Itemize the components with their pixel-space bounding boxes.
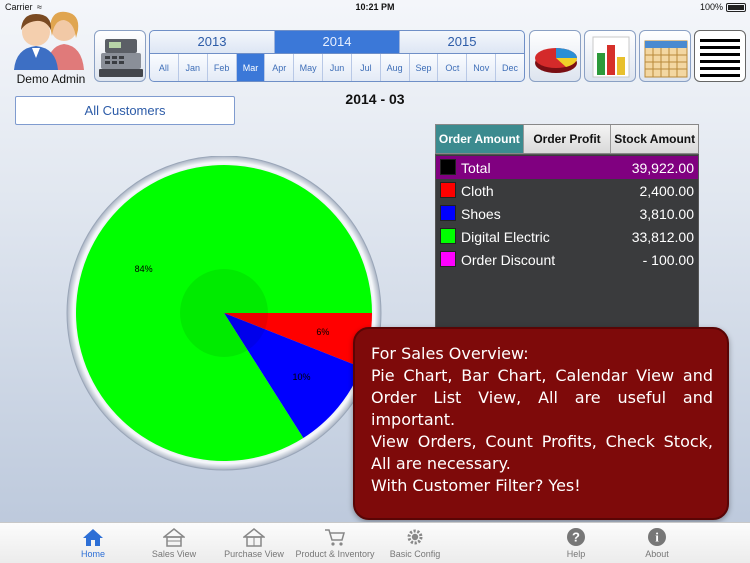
year-2015[interactable]: 2015 <box>400 31 524 53</box>
pie-slice-label: 10% <box>293 372 311 382</box>
battery-label: 100% <box>699 2 723 12</box>
tab-help[interactable]: ? Help <box>558 523 594 563</box>
color-swatch <box>440 205 456 221</box>
month-selector: All Jan Feb Mar Apr May Jun Jul Aug Sep … <box>149 54 525 82</box>
list-view-button[interactable] <box>694 30 746 82</box>
pie-chart: 6% 10% 84% <box>58 155 390 472</box>
status-time: 10:21 PM <box>355 2 395 12</box>
pie-center-shade <box>180 269 268 357</box>
month-dec[interactable]: Dec <box>496 54 524 81</box>
pie-slice-label: 84% <box>135 264 153 274</box>
period-title: 2014 - 03 <box>345 91 405 107</box>
sales-view-icon <box>163 528 185 547</box>
year-2014[interactable]: 2014 <box>275 31 400 53</box>
cash-register-icon <box>99 39 143 77</box>
help-icon: ? <box>567 528 585 546</box>
row-value: 3,810.00 <box>639 206 695 222</box>
tab-product-inventory[interactable]: Product & Inventory <box>293 523 377 563</box>
tab-home[interactable]: Home <box>68 523 118 563</box>
month-mar[interactable]: Mar <box>236 54 266 81</box>
callout-line: Pie Chart, Bar Chart, Calendar View and … <box>371 366 713 429</box>
color-swatch <box>440 182 456 198</box>
tab-basic-config[interactable]: Basic Config <box>385 523 445 563</box>
svg-text:?: ? <box>572 530 580 545</box>
tab-about[interactable]: i About <box>638 523 676 563</box>
callout-line: View Orders, Count Profits, Check Stock,… <box>371 432 713 473</box>
summary-row-shoes[interactable]: Shoes 3,810.00 <box>436 202 698 225</box>
purchase-view-icon <box>243 528 265 547</box>
row-label: Cloth <box>461 183 494 199</box>
tab-label: Home <box>80 549 105 559</box>
bar-chart-icon <box>592 36 630 78</box>
year-selector: 2013 2014 2015 <box>149 30 525 54</box>
tab-order-amount[interactable]: Order Amount <box>436 125 524 153</box>
amount-tabs: Order Amount Order Profit Stock Amount <box>435 124 699 154</box>
gear-icon <box>407 529 423 545</box>
feature-callout: For Sales Overview: Pie Chart, Bar Chart… <box>353 327 729 520</box>
month-jun[interactable]: Jun <box>323 54 352 81</box>
row-label: Order Discount <box>461 252 556 268</box>
summary-row-digital-electric[interactable]: Digital Electric 33,812.00 <box>436 225 698 248</box>
pie-slice-label: 6% <box>316 327 329 337</box>
month-jul[interactable]: Jul <box>352 54 381 81</box>
cart-icon <box>325 529 345 546</box>
row-value: - 100.00 <box>642 252 694 268</box>
month-nov[interactable]: Nov <box>467 54 497 81</box>
color-swatch <box>440 251 456 267</box>
month-aug[interactable]: Aug <box>381 54 410 81</box>
row-value: 33,812.00 <box>631 229 694 245</box>
month-oct[interactable]: Oct <box>438 54 468 81</box>
tab-label: Basic Config <box>389 549 441 559</box>
pie-chart-view-button[interactable] <box>529 30 581 82</box>
tab-sales-view[interactable]: Sales View <box>143 523 205 563</box>
row-label: Digital Electric <box>461 229 550 245</box>
tab-label: Purchase View <box>224 549 284 559</box>
bottom-tab-bar: Home Sales View Purchase View Product & … <box>0 522 750 563</box>
tab-label: Help <box>566 549 586 559</box>
battery-icon <box>726 3 746 12</box>
color-swatch <box>440 228 456 244</box>
month-may[interactable]: May <box>294 54 324 81</box>
tab-purchase-view[interactable]: Purchase View <box>222 523 286 563</box>
year-2013[interactable]: 2013 <box>150 31 275 53</box>
user-avatar[interactable] <box>12 8 86 70</box>
tab-label: Sales View <box>151 549 197 559</box>
row-value: 39,922.00 <box>631 160 694 176</box>
summary-row-order-discount[interactable]: Order Discount - 100.00 <box>436 248 698 271</box>
info-icon: i <box>648 528 666 546</box>
svg-text:i: i <box>655 530 659 545</box>
month-jan[interactable]: Jan <box>179 54 208 81</box>
tab-label: Product & Inventory <box>295 549 375 559</box>
status-bar: Carrier ≈ 10:21 PM 100% <box>0 0 750 16</box>
summary-row-cloth[interactable]: Cloth 2,400.00 <box>436 179 698 202</box>
callout-line: For Sales Overview: <box>371 344 529 363</box>
summary-row-total[interactable]: Total 39,922.00 <box>436 156 698 179</box>
calendar-icon <box>644 40 688 78</box>
month-all[interactable]: All <box>150 54 179 81</box>
month-apr[interactable]: Apr <box>265 54 295 81</box>
color-swatch <box>440 159 456 175</box>
tab-label: About <box>645 549 669 559</box>
pie-chart-icon <box>535 48 578 73</box>
summary-table: Total 39,922.00 Cloth 2,400.00 Shoes 3,8… <box>435 154 699 329</box>
user-name: Demo Admin <box>16 72 86 86</box>
callout-line: With Customer Filter? Yes! <box>371 476 581 495</box>
customer-filter-button[interactable]: All Customers <box>15 96 235 125</box>
user-group-icon <box>14 11 84 70</box>
tab-order-profit[interactable]: Order Profit <box>524 125 612 153</box>
cash-register-button[interactable] <box>94 30 146 82</box>
bar-chart-view-button[interactable] <box>584 30 636 82</box>
home-icon <box>83 529 103 546</box>
month-feb[interactable]: Feb <box>208 54 237 81</box>
row-value: 2,400.00 <box>639 183 695 199</box>
tab-stock-amount[interactable]: Stock Amount <box>611 125 698 153</box>
row-label: Shoes <box>461 206 501 222</box>
row-label: Total <box>461 160 491 176</box>
calendar-view-button[interactable] <box>639 30 691 82</box>
month-sep[interactable]: Sep <box>410 54 439 81</box>
